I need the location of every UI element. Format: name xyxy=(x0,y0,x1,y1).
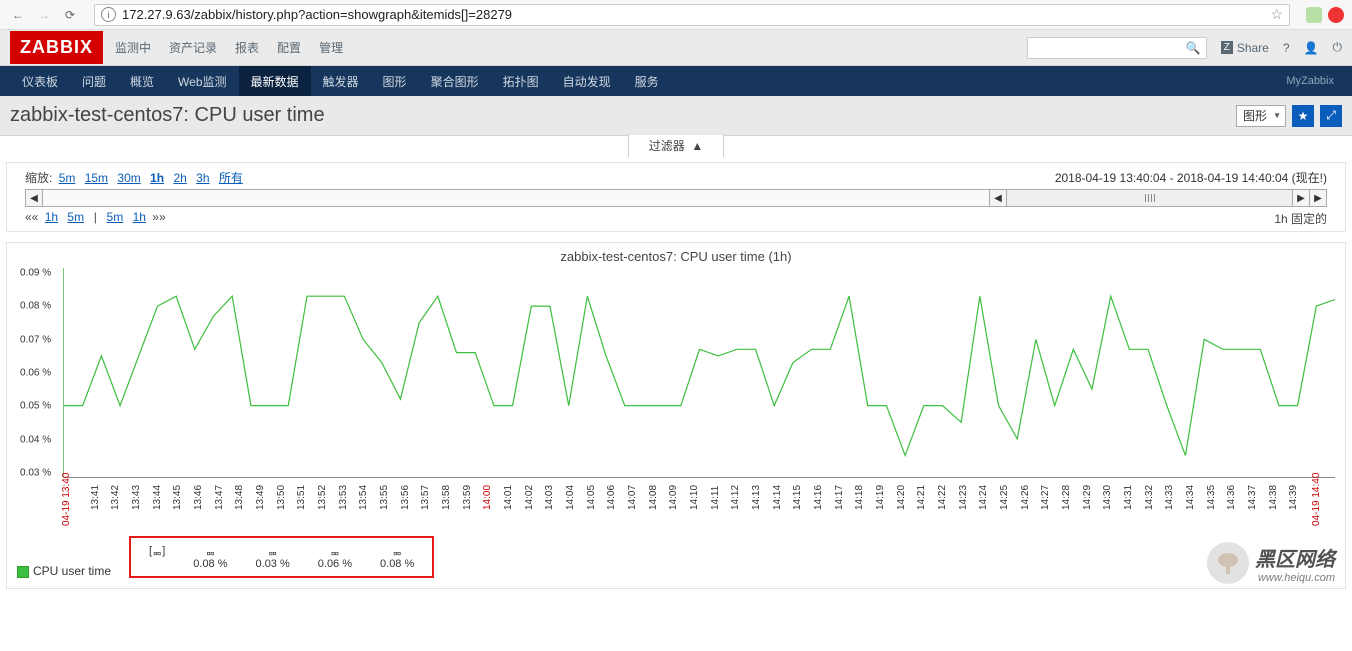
zoom-30m[interactable]: 30m xyxy=(117,171,140,185)
filter-tab-row: 过滤器 ▲ xyxy=(0,136,1352,158)
watermark: 黑区网络 www.heiqu.com xyxy=(1207,542,1335,584)
chart-svg xyxy=(64,268,1335,477)
zabbix-logo[interactable]: ZABBIX xyxy=(10,31,103,64)
address-bar[interactable]: i 172.27.9.63/zabbix/history.php?action=… xyxy=(94,4,1290,26)
zoom-all[interactable]: 所有 xyxy=(219,171,243,185)
share-label: Share xyxy=(1237,41,1269,55)
url-text: 172.27.9.63/zabbix/history.php?action=sh… xyxy=(122,7,1270,22)
topnav-administration[interactable]: 管理 xyxy=(319,39,343,56)
subnav-triggers[interactable]: 触发器 xyxy=(311,66,371,96)
topnav-monitoring[interactable]: 监测中 xyxy=(115,39,151,56)
subnav-latest-data[interactable]: 最新数据 xyxy=(239,66,311,96)
fullscreen-button[interactable]: ⤢ xyxy=(1320,105,1342,127)
subnav-dashboard[interactable]: 仪表板 xyxy=(10,66,70,96)
chart-legend: CPU user time [ᆷᆷ] ᆷᆷ0.08 % ᆷᆷ0.03 % ᆷᆷ0… xyxy=(17,536,1335,578)
subnav-problems[interactable]: 问题 xyxy=(70,66,118,96)
extension-icon-2[interactable] xyxy=(1328,7,1344,23)
time-slider[interactable]: ◀ ▶ xyxy=(42,189,1310,207)
page-header: zabbix-test-centos7: CPU user time 图形 ★ … xyxy=(0,96,1352,136)
reload-button[interactable]: ⟳ xyxy=(60,5,80,25)
subnav-maps[interactable]: 拓扑图 xyxy=(491,66,551,96)
chart-plot[interactable]: 0.09 %0.08 %0.07 %0.06 %0.05 %0.04 %0.03… xyxy=(63,268,1335,478)
topnav-inventory[interactable]: 资产记录 xyxy=(169,39,217,56)
scroll-right-button[interactable]: ▶ xyxy=(1309,189,1327,207)
slider-handle-left[interactable]: ◀ xyxy=(989,189,1007,207)
slider-handle[interactable]: ◀ ▶ xyxy=(989,190,1309,206)
legend-series: CPU user time xyxy=(17,564,111,578)
page-back-links: «« 1h 5m | 5m 1h »» xyxy=(25,210,166,227)
info-icon[interactable]: i xyxy=(101,7,116,22)
subnav-graphs[interactable]: 图形 xyxy=(371,66,419,96)
legend-stats-box: [ᆷᆷ] ᆷᆷ0.08 % ᆷᆷ0.03 % ᆷᆷ0.06 % ᆷᆷ0.08 % xyxy=(129,536,434,578)
zoom-1h[interactable]: 1h xyxy=(150,171,164,185)
top-nav: 监测中 资产记录 报表 配置 管理 xyxy=(115,39,1027,56)
fixed-label[interactable]: 1h 固定的 xyxy=(1274,210,1327,227)
extension-icons xyxy=(1298,7,1344,23)
scroll-left-button[interactable]: ◀ xyxy=(25,189,43,207)
legend-swatch xyxy=(17,566,29,578)
chart-x-labels: 04-19 13:40 04-19 14:40 13:4113:4213:431… xyxy=(63,478,1335,532)
back-1h[interactable]: 1h xyxy=(45,210,58,224)
subnav-overview[interactable]: 概览 xyxy=(118,66,166,96)
topnav-configuration[interactable]: 配置 xyxy=(277,39,301,56)
subnav-screens[interactable]: 聚合图形 xyxy=(419,66,491,96)
bookmark-star-icon[interactable]: ☆ xyxy=(1270,6,1283,23)
watermark-logo-icon xyxy=(1207,542,1249,584)
myzabbix-link[interactable]: MyZabbix xyxy=(1286,75,1342,87)
time-controls: 缩放: 5m 15m 30m 1h 2h 3h 所有 2018-04-19 13… xyxy=(6,162,1346,232)
forward-button[interactable]: → xyxy=(34,5,54,25)
x-end-label: 04-19 14:40 xyxy=(1311,473,1322,526)
search-input[interactable]: 🔍 xyxy=(1027,37,1207,59)
x-start-label: 04-19 13:40 xyxy=(61,473,72,526)
share-button[interactable]: ZShare xyxy=(1221,41,1269,55)
fwd-5m[interactable]: 5m xyxy=(107,210,124,224)
zoom-links: 缩放: 5m 15m 30m 1h 2h 3h 所有 xyxy=(25,169,246,186)
logout-icon[interactable]: ⏻ xyxy=(1333,40,1343,55)
watermark-url: www.heiqu.com xyxy=(1255,572,1335,584)
fwd-1h[interactable]: 1h xyxy=(133,210,146,224)
filter-toggle[interactable]: 过滤器 ▲ xyxy=(628,135,725,157)
watermark-text: 黑区网络 xyxy=(1255,543,1335,572)
zoom-3h[interactable]: 3h xyxy=(196,171,209,185)
slider-grip-icon xyxy=(1141,193,1159,203)
view-mode-select[interactable]: 图形 xyxy=(1236,105,1286,127)
subnav-web[interactable]: Web监测 xyxy=(166,66,238,96)
page-title: zabbix-test-centos7: CPU user time xyxy=(10,104,1236,127)
app-topbar: ZABBIX 监测中 资产记录 报表 配置 管理 🔍 ZShare ? 👤 ⏻ xyxy=(0,30,1352,66)
back-5m[interactable]: 5m xyxy=(67,210,84,224)
sub-nav: 仪表板 问题 概览 Web监测 最新数据 触发器 图形 聚合图形 拓扑图 自动发… xyxy=(0,66,1352,96)
browser-toolbar: ← → ⟳ i 172.27.9.63/zabbix/history.php?a… xyxy=(0,0,1352,30)
help-icon[interactable]: ? xyxy=(1283,41,1290,55)
zoom-5m[interactable]: 5m xyxy=(59,171,76,185)
graph-card: zabbix-test-centos7: CPU user time (1h) … xyxy=(6,242,1346,589)
zoom-label: 缩放: xyxy=(25,171,52,185)
back-button[interactable]: ← xyxy=(8,5,28,25)
time-range-text[interactable]: 2018-04-19 13:40:04 - 2018-04-19 14:40:0… xyxy=(1055,169,1327,186)
search-icon: 🔍 xyxy=(1186,41,1201,55)
user-icon[interactable]: 👤 xyxy=(1304,41,1319,55)
subnav-services[interactable]: 服务 xyxy=(623,66,671,96)
slider-handle-right[interactable]: ▶ xyxy=(1292,189,1310,207)
extension-icon-1[interactable] xyxy=(1306,7,1322,23)
subnav-discovery[interactable]: 自动发现 xyxy=(551,66,623,96)
legend-name: CPU user time xyxy=(33,564,111,578)
topnav-reports[interactable]: 报表 xyxy=(235,39,259,56)
favorite-button[interactable]: ★ xyxy=(1292,105,1314,127)
zoom-15m[interactable]: 15m xyxy=(85,171,108,185)
chart-title: zabbix-test-centos7: CPU user time (1h) xyxy=(17,249,1335,264)
zoom-2h[interactable]: 2h xyxy=(173,171,186,185)
